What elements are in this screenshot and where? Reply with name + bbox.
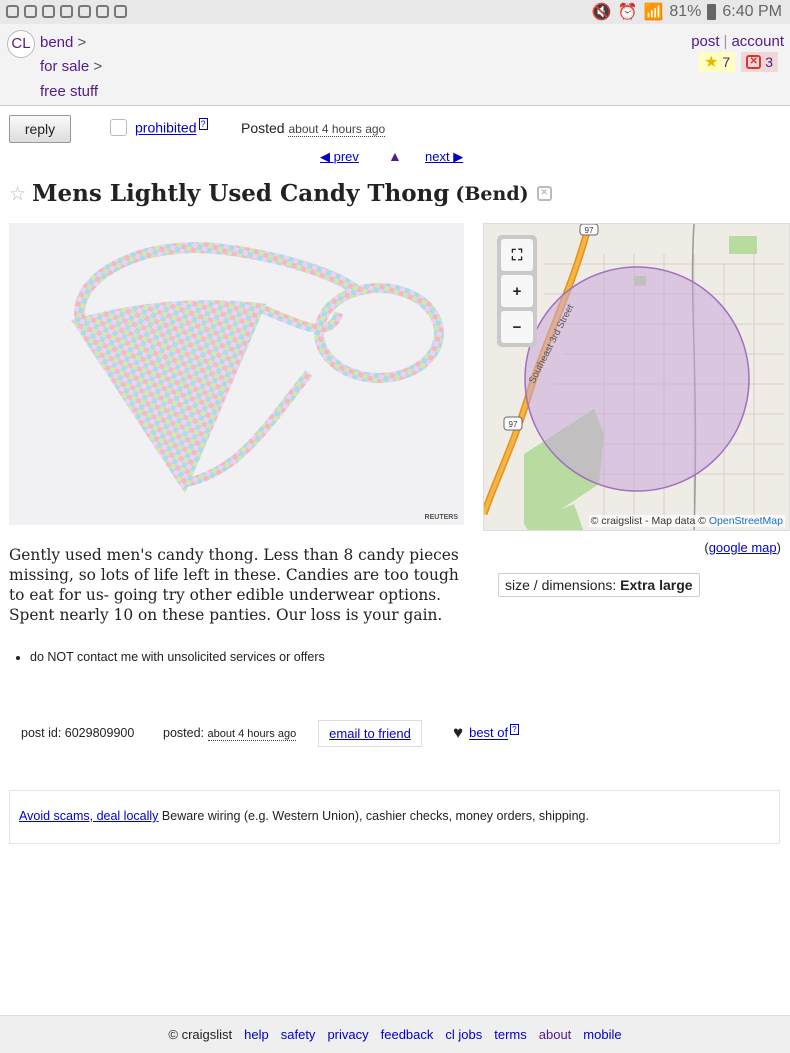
breadcrumb: for sale > [40,58,103,75]
highway-shield-label: 97 [509,420,518,429]
craigslist-logo[interactable]: CL [7,30,35,58]
breadcrumb: free stuff [40,83,98,100]
footer-link-about[interactable]: about [539,1027,572,1042]
hide-icon: ✕ [746,55,762,69]
notice-item: do NOT contact me with unsolicited servi… [30,650,325,664]
notification-icon [24,5,37,18]
post-posted: posted: about 4 hours ago [163,726,297,741]
breadcrumb-subcategory[interactable]: free stuff [40,83,98,100]
image-watermark: REUTERS [424,514,458,521]
posted-label: Posted [241,120,285,136]
footer-link-mobile[interactable]: mobile [583,1027,621,1042]
heart-icon: ♥ [453,723,464,742]
scam-warning-text: Beware wiring (e.g. Western Union), cash… [161,809,589,823]
footer-link-feedback[interactable]: feedback [381,1027,434,1042]
highway-shield: 97 [579,224,599,236]
account-link[interactable]: account [731,33,784,50]
map-attribution-text: © craigslist - Map data © [590,515,706,527]
footer-link-terms[interactable]: terms [494,1027,527,1042]
posting-body: Gently used men's candy thong. Less than… [9,546,459,624]
highway-shield: 97 [503,416,523,431]
clock: 6:40 PM [722,3,782,20]
posted-time: about 4 hours ago [288,122,386,137]
best-of-link[interactable]: best of [469,726,508,741]
up-arrow-icon[interactable]: ▲ [388,148,402,164]
location-map[interactable]: 97 97 Southeast 3rd Street ⛶ + − © craig… [483,223,790,531]
hidden-count: 3 [765,54,773,70]
battery-icon [707,4,717,20]
notification-icon [96,5,109,18]
posting-title: ☆ Mens Lightly Used Candy Thong (Bend) ✕ [9,180,552,207]
prohibited-link[interactable]: prohibited [135,120,197,136]
zoom-in-button[interactable]: + [501,275,533,307]
candy-thong-illustration [71,242,444,494]
zoom-out-button[interactable]: − [501,311,533,343]
breadcrumb-city[interactable]: bend [40,34,73,51]
breadcrumb: bend > [40,34,87,51]
breadcrumb-category[interactable]: for sale [40,58,89,75]
notification-icon [42,5,55,18]
notification-icon [78,5,91,18]
alarm-icon: ⏰ [617,4,638,21]
next-link[interactable]: next ▶ [425,149,463,165]
notices: do NOT contact me with unsolicited servi… [16,650,325,664]
google-map-link-wrapper: (google map) [704,540,781,555]
map-controls: ⛶ + − [497,235,537,347]
battery-percent: 81% [669,3,702,20]
user-links: post | account [691,33,784,50]
reply-button[interactable]: reply [9,115,71,143]
help-icon[interactable]: ? [198,118,208,131]
wifi-icon: 📶 [643,4,664,21]
footer-link-safety[interactable]: safety [281,1027,316,1042]
avoid-scams-link[interactable]: Avoid scams, deal locally [19,809,158,823]
hidden-badge[interactable]: ✕ 3 [741,52,778,72]
post-link[interactable]: post [691,33,719,50]
site-header: CL bend > for sale > free stuff post | acc… [0,24,790,106]
best-of: ♥ best of? [453,723,519,742]
hide-posting-icon[interactable]: ✕ [536,186,552,201]
copyright: © craigslist [168,1027,233,1042]
user-badges: ★ 7 ✕ 3 [699,52,778,72]
favorite-star-icon[interactable]: ☆ [9,183,26,205]
attribute-value: Extra large [620,577,693,593]
footer-link-privacy[interactable]: privacy [327,1027,368,1042]
posted-label: posted: [163,726,205,740]
notification-icon [60,5,73,18]
posting-location: (Bend) [455,182,529,205]
posted-time: about 4 hours ago [207,728,297,741]
notification-icon [114,5,127,18]
favorites-badge[interactable]: ★ 7 [699,52,736,72]
notification-icons [6,3,127,18]
star-icon: ★ [704,54,719,71]
help-icon[interactable]: ? [510,724,519,736]
prev-label: prev [333,149,359,164]
post-id: post id: 6029809900 [21,726,135,740]
scam-warning: Avoid scams, deal locally Beware wiring … [9,790,780,844]
status-bar: 🔇 ⏰ 📶 81% 6:40 PM [0,0,790,24]
prohibited-checkbox[interactable] [110,119,127,136]
posted-date: Posted about 4 hours ago [241,120,386,137]
footer-link-help[interactable]: help [244,1027,269,1042]
map-attribution: © craigslist - Map data © OpenStreetMap [588,515,785,527]
attribute-group: size / dimensions: Extra large [498,573,700,597]
posting-title-text: Mens Lightly Used Candy Thong [32,180,450,207]
google-map-link[interactable]: google map [709,540,777,555]
prev-link[interactable]: ◀ prev [320,149,359,165]
email-to-friend-button[interactable]: email to friend [318,720,422,747]
favorites-count: 7 [722,54,731,70]
openstreetmap-link[interactable]: OpenStreetMap [709,515,783,527]
mute-icon: 🔇 [591,4,612,21]
footer-link-cl-jobs[interactable]: cl jobs [445,1027,482,1042]
site-footer: © craigslist help safety privacy feedbac… [0,1015,790,1053]
next-label: next [425,149,450,164]
highway-shield-label: 97 [585,226,594,235]
attribute-label: size / dimensions: [505,577,617,593]
notification-icon [6,5,19,18]
posting-image[interactable]: REUTERS [9,223,464,525]
post-info: post id: 6029809900 posted: about 4 hour… [0,720,790,748]
fullscreen-button[interactable]: ⛶ [501,239,533,271]
prohibited-flag: prohibited? [110,118,208,136]
